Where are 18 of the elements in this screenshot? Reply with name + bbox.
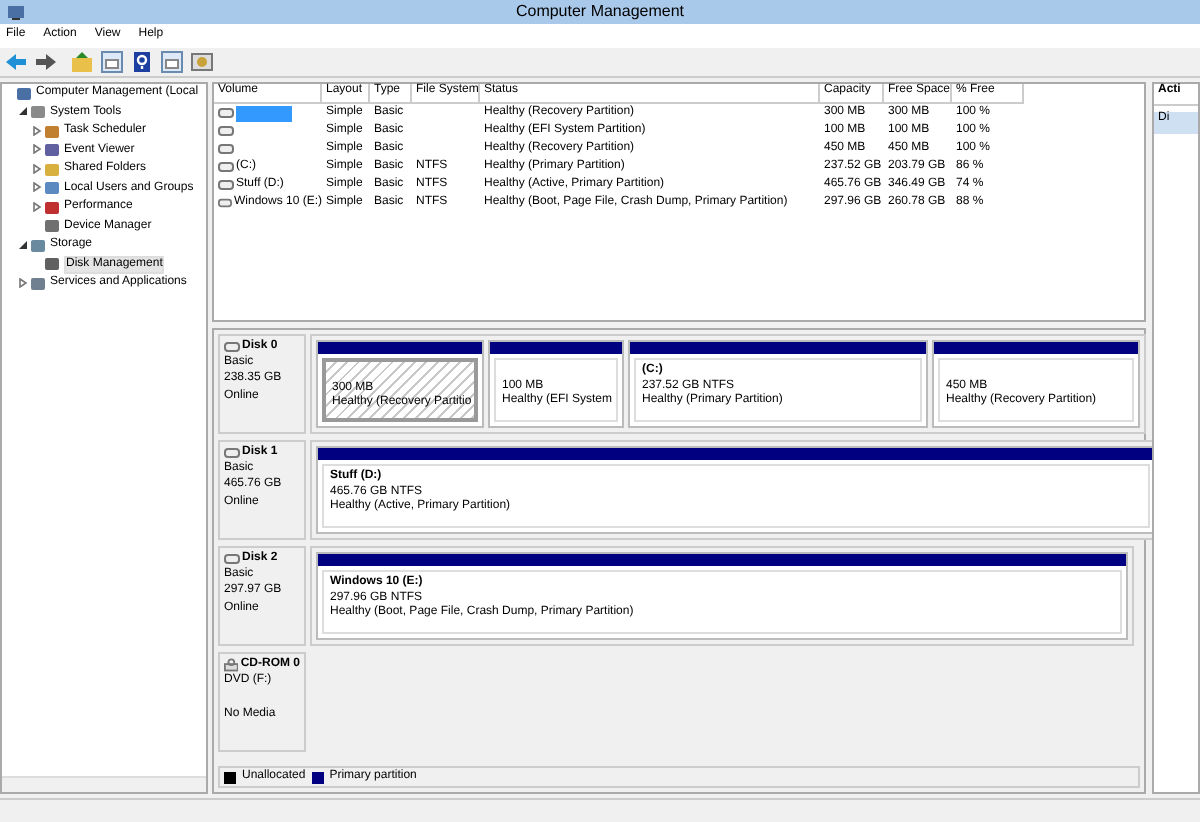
drive-icon (224, 448, 240, 459)
collapsed-icon[interactable] (32, 144, 42, 155)
app-icon (6, 2, 26, 22)
expanded-icon[interactable] (18, 239, 28, 250)
drive-icon (224, 554, 240, 565)
cd-drive-icon (224, 658, 239, 673)
window-title: Computer Management (515, 2, 685, 22)
back-arrow-icon[interactable] (4, 50, 28, 74)
scrollbar[interactable] (2, 776, 206, 792)
forward-arrow-icon[interactable] (34, 50, 58, 74)
expanded-icon[interactable] (18, 106, 28, 117)
collapsed-icon[interactable] (32, 182, 42, 193)
collapsed-icon[interactable] (32, 163, 42, 174)
drive-icon (224, 342, 240, 353)
collapsed-icon[interactable] (18, 277, 28, 288)
collapsed-icon[interactable] (32, 125, 42, 136)
collapsed-icon[interactable] (32, 201, 42, 212)
selection-highlight[interactable] (236, 105, 292, 121)
